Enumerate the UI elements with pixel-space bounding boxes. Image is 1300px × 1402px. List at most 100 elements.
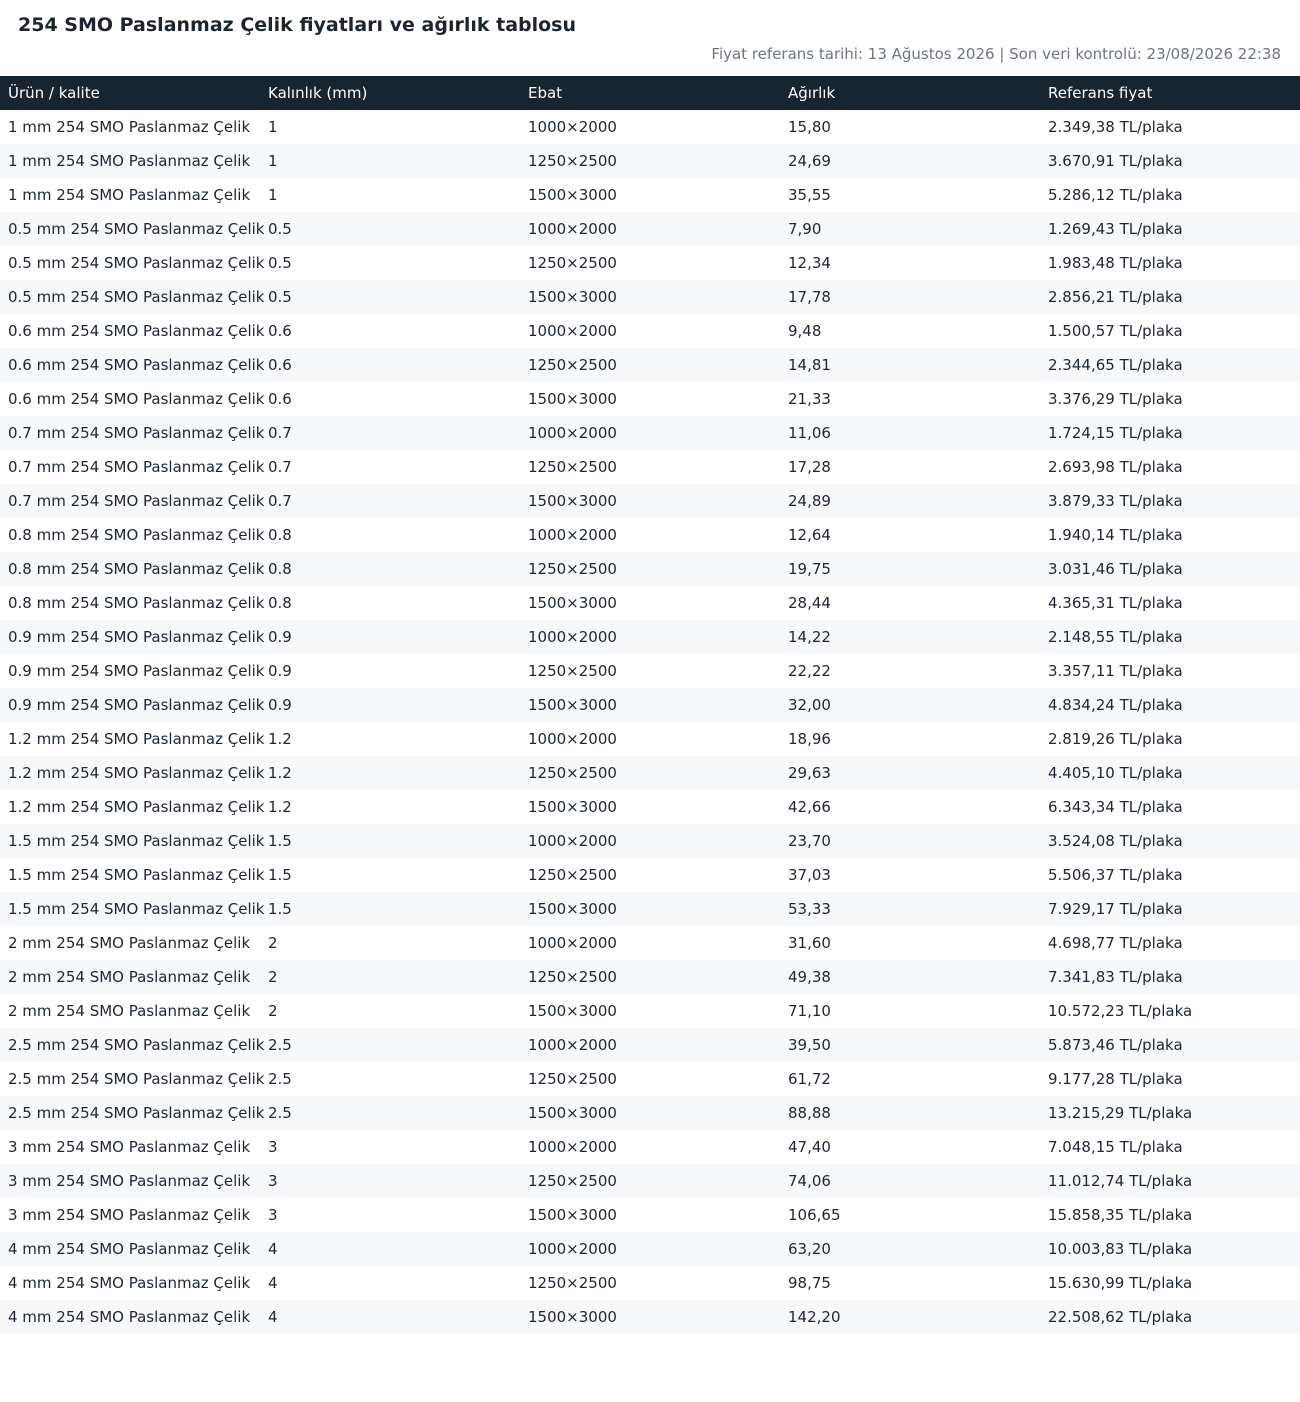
cell-product: 1 mm 254 SMO Paslanmaz Çelik: [0, 144, 260, 178]
cell-product: 2.5 mm 254 SMO Paslanmaz Çelik: [0, 1096, 264, 1130]
cell-thickness: 1.2: [268, 798, 292, 816]
table-row: 1 mm 254 SMO Paslanmaz Çelik 1 1500×3000 35…: [0, 178, 1300, 212]
cell-size: 1500×3000: [528, 390, 617, 408]
cell-price: 7.929,17 TL/plaka: [1040, 892, 1300, 926]
cell-price: 3.524,08 TL/plaka: [1040, 824, 1300, 858]
cell-thickness: 0.9: [268, 662, 292, 680]
cell-weight: 37,03: [788, 866, 831, 884]
cell-price: 1.724,15 TL/plaka: [1040, 416, 1300, 450]
cell-weight: 19,75: [780, 552, 1040, 586]
cell-product: 1.2 mm 254 SMO Paslanmaz Çelik: [8, 798, 265, 816]
table-row: 2 mm 254 SMO Paslanmaz Çelik 2 1000×2000 31…: [0, 926, 1300, 960]
cell-product: 0.8 mm 254 SMO Paslanmaz Çelik: [8, 594, 265, 612]
cell-product: 0.9 mm 254 SMO Paslanmaz Çelik: [0, 688, 264, 722]
cell-price: 3.879,33 TL/plaka: [1040, 484, 1300, 518]
cell-product: 0.8 mm 254 SMO Paslanmaz Çelik: [0, 552, 264, 586]
cell-price: 3.031,46 TL/plaka: [1040, 552, 1300, 586]
cell-weight: 21,33: [788, 390, 831, 408]
cell-thickness: 2: [268, 934, 278, 952]
cell-thickness: 0.8: [268, 526, 292, 544]
cell-weight: 17,28: [788, 458, 831, 476]
table-row: 1.2 mm 254 SMO Paslanmaz Çelik 1.2 1500×30…: [0, 790, 1300, 824]
cell-thickness: 0.8: [268, 594, 292, 612]
cell-thickness: 3: [260, 1164, 520, 1198]
cell-thickness: 0.9: [260, 620, 520, 654]
cell-size: 1500×3000: [520, 1096, 780, 1130]
cell-product: 1.5 mm 254 SMO Paslanmaz Çelik: [8, 866, 265, 884]
table-row: 1 mm 254 SMO Paslanmaz Çelik 1 1250×2500 24…: [0, 144, 1300, 178]
table-row: 1.5 mm 254 SMO Paslanmaz Çelik 1.5 1250×25…: [0, 858, 1300, 892]
table-row: 2.5 mm 254 SMO Paslanmaz Çelik 2.5 1250×25…: [0, 1062, 1300, 1096]
cell-price: 11.012,74 TL/plaka: [1040, 1164, 1300, 1198]
cell-price: 10.003,83 TL/plaka: [1040, 1232, 1300, 1266]
cell-weight: 15,80: [788, 118, 831, 136]
cell-weight: 17,78: [780, 280, 1040, 314]
cell-product: 0.7 mm 254 SMO Paslanmaz Çelik: [8, 458, 265, 476]
cell-thickness: 0.5: [260, 280, 520, 314]
cell-size: 1250×2500: [528, 458, 617, 476]
cell-weight: 42,66: [788, 798, 831, 816]
cell-product: 1 mm 254 SMO Paslanmaz Çelik: [8, 186, 251, 204]
table-row: 0.6 mm 254 SMO Paslanmaz Çelik 0.6 1250×25…: [0, 348, 1300, 382]
cell-product: 3 mm 254 SMO Paslanmaz Çelik: [8, 1138, 251, 1156]
cell-thickness: 0.5: [268, 254, 292, 272]
cell-price: 2.856,21 TL/plaka: [1040, 280, 1300, 314]
cell-product: 1.5 mm 254 SMO Paslanmaz Çelik: [0, 824, 264, 858]
table-row: 0.5 mm 254 SMO Paslanmaz Çelik 0.5 1250×25…: [0, 246, 1300, 280]
cell-price: 5.286,12 TL/plaka: [1048, 186, 1183, 204]
cell-weight: 142,20: [780, 1300, 1040, 1334]
cell-size: 1250×2500: [520, 348, 780, 382]
table-row: 2.5 mm 254 SMO Paslanmaz Çelik 2.5 1500×30…: [0, 1096, 1300, 1130]
cell-weight: 9,48: [788, 322, 822, 340]
cell-weight: 31,60: [788, 934, 831, 952]
cell-size: 1500×3000: [528, 186, 617, 204]
cell-weight: 24,69: [780, 144, 1040, 178]
cell-size: 1500×3000: [520, 688, 780, 722]
table-row: 1.2 mm 254 SMO Paslanmaz Çelik 1.2 1250×25…: [0, 756, 1300, 790]
cell-price: 2.819,26 TL/plaka: [1048, 730, 1183, 748]
cell-size: 1250×2500: [528, 1070, 617, 1088]
cell-thickness: 0.5: [260, 212, 520, 246]
cell-price: 5.506,37 TL/plaka: [1048, 866, 1183, 884]
cell-price: 4.698,77 TL/plaka: [1048, 934, 1183, 952]
cell-weight: 74,06: [780, 1164, 1040, 1198]
cell-size: 1000×2000: [520, 824, 780, 858]
cell-weight: 12,64: [788, 526, 831, 544]
cell-thickness: 3: [268, 1206, 278, 1224]
table-row: 4 mm 254 SMO Paslanmaz Çelik 4 1000×2000 63…: [0, 1232, 1300, 1266]
cell-thickness: 0.7: [260, 416, 520, 450]
cell-size: 1250×2500: [520, 960, 780, 994]
cell-size: 1500×3000: [528, 594, 617, 612]
cell-weight: 12,34: [788, 254, 831, 272]
cell-size: 1500×3000: [520, 892, 780, 926]
table-row: 0.9 mm 254 SMO Paslanmaz Çelik 0.9 1250×25…: [0, 654, 1300, 688]
cell-size: 1000×2000: [520, 212, 780, 246]
cell-thickness: 0.7: [260, 484, 520, 518]
cell-size: 1000×2000: [528, 730, 617, 748]
cell-size: 1500×3000: [520, 280, 780, 314]
cell-thickness: 0.9: [260, 688, 520, 722]
table-header: Ürün / kalite Kalınlık (mm) Ebat Ağırlık Ref…: [0, 76, 1300, 110]
cell-weight: 22,22: [788, 662, 831, 680]
cell-product: 2 mm 254 SMO Paslanmaz Çelik: [8, 1002, 251, 1020]
column-header-product: Ürün / kalite: [0, 76, 260, 110]
cell-weight: 29,63: [780, 756, 1040, 790]
table-row: 3 mm 254 SMO Paslanmaz Çelik 3 1250×2500 74…: [0, 1164, 1300, 1198]
cell-product: 4 mm 254 SMO Paslanmaz Çelik: [0, 1232, 260, 1266]
cell-price: 2.148,55 TL/plaka: [1040, 620, 1300, 654]
cell-weight: 7,90: [780, 212, 1040, 246]
cell-weight: 53,33: [780, 892, 1040, 926]
cell-price: 1.983,48 TL/plaka: [1048, 254, 1183, 272]
table-row: 0.8 mm 254 SMO Paslanmaz Çelik 0.8 1000×20…: [0, 518, 1300, 552]
cell-weight: 32,00: [780, 688, 1040, 722]
cell-thickness: 2.5: [260, 1096, 520, 1130]
cell-thickness: 1: [268, 118, 278, 136]
cell-product: 0.6 mm 254 SMO Paslanmaz Çelik: [8, 390, 265, 408]
cell-product: 0.6 mm 254 SMO Paslanmaz Çelik: [8, 322, 265, 340]
cell-product: 1.5 mm 254 SMO Paslanmaz Çelik: [0, 892, 264, 926]
cell-thickness: 0.6: [260, 348, 520, 382]
cell-size: 1000×2000: [528, 934, 617, 952]
table-row: 0.5 mm 254 SMO Paslanmaz Çelik 0.5 1500×30…: [0, 280, 1300, 314]
cell-thickness: 1.5: [260, 892, 520, 926]
cell-weight: 47,40: [788, 1138, 831, 1156]
